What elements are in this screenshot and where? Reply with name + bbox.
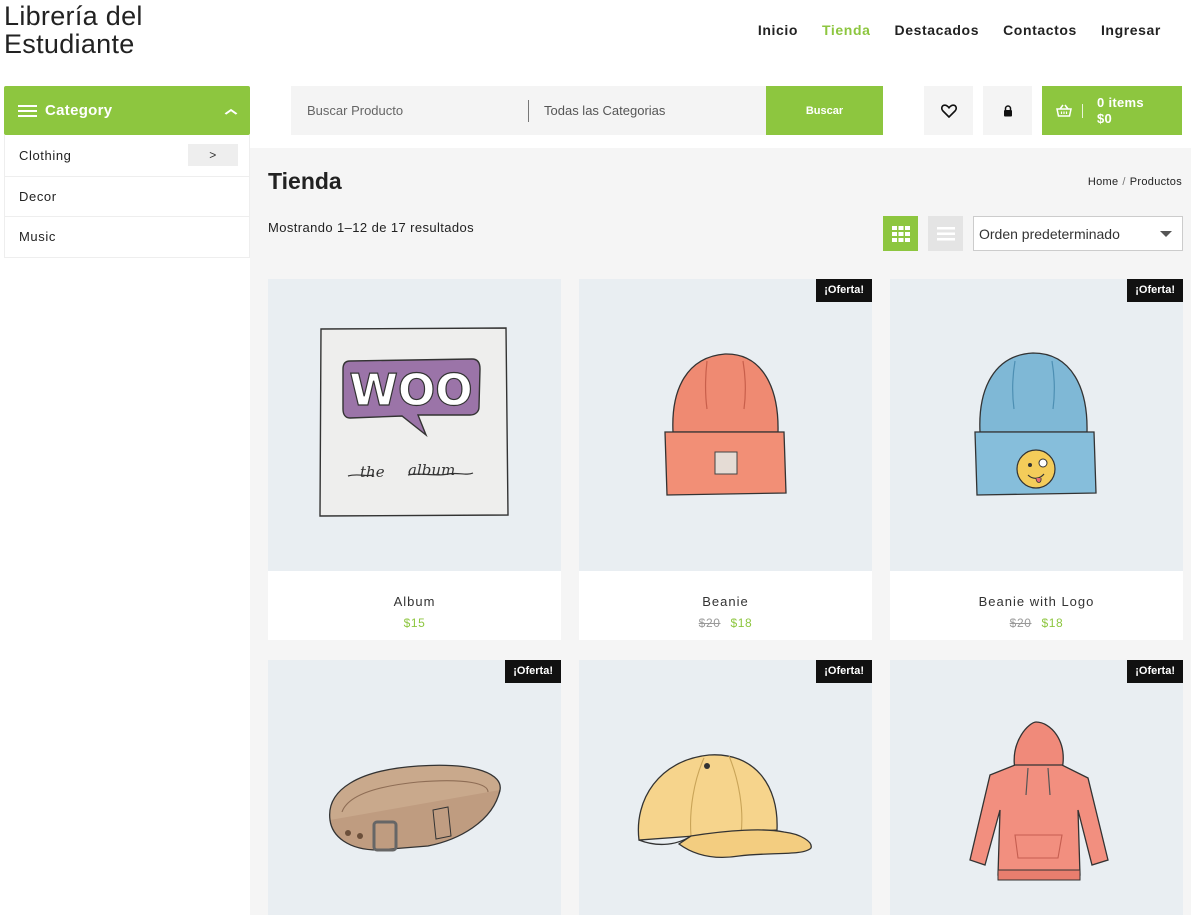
- result-count: Mostrando 1–12 de 17 resultados: [268, 220, 475, 235]
- heart-icon: [940, 103, 957, 118]
- category-item-label: Music: [19, 229, 56, 245]
- hoodie-image: [969, 721, 1109, 881]
- product-price: $20 $18: [579, 616, 872, 630]
- list-icon: [936, 226, 955, 240]
- product-name[interactable]: Album: [268, 594, 561, 609]
- search-input[interactable]: [291, 86, 528, 135]
- product-card[interactable]: ¡Oferta! Beanie with Logo $20 $18: [890, 279, 1183, 640]
- nav-destacados[interactable]: Destacados: [894, 22, 979, 38]
- old-price: $20: [698, 616, 721, 630]
- cart-total: $0: [1097, 110, 1113, 126]
- cap-image: [637, 754, 812, 859]
- breadcrumb: Home / Productos: [1088, 176, 1182, 188]
- category-item-clothing[interactable]: Clothing >: [5, 135, 249, 176]
- brand-line-1: Librería del: [4, 1, 143, 31]
- chevron-down-icon: [1160, 231, 1172, 237]
- grid-view-button[interactable]: [883, 216, 918, 251]
- product-info: Album $15: [268, 571, 561, 640]
- beanie-image: [664, 353, 787, 496]
- svg-text:album: album: [408, 461, 455, 479]
- cart-summary: 0 items $0: [1097, 95, 1144, 127]
- divider: [528, 99, 529, 122]
- site-logo[interactable]: Librería del Estudiante: [4, 2, 143, 58]
- product-image[interactable]: ¡Oferta!: [890, 660, 1183, 915]
- product-name[interactable]: Beanie with Logo: [890, 594, 1183, 609]
- breadcrumb-separator: /: [1122, 176, 1126, 188]
- breadcrumb-current: Productos: [1129, 176, 1182, 188]
- nav-ingresar[interactable]: Ingresar: [1101, 22, 1161, 38]
- sale-badge: ¡Oferta!: [1127, 279, 1183, 302]
- main-nav: Inicio Tienda Destacados Contactos Ingre…: [734, 22, 1161, 38]
- search-button[interactable]: Buscar: [766, 86, 883, 135]
- current-price: $18: [1041, 616, 1064, 630]
- lock-icon: [1003, 104, 1012, 116]
- album-cover-image: WOO the album: [319, 327, 509, 517]
- product-price: $15: [268, 616, 561, 630]
- category-select[interactable]: Todas las Categorias: [544, 103, 766, 118]
- grid-icon: [891, 225, 910, 242]
- old-price: $20: [1009, 616, 1032, 630]
- account-button[interactable]: [983, 86, 1032, 135]
- category-title: Category: [45, 102, 113, 119]
- belt-image: [329, 764, 501, 852]
- expand-arrow-button[interactable]: >: [188, 144, 238, 167]
- list-view-button[interactable]: [928, 216, 963, 251]
- chevron-up-icon: [224, 104, 238, 118]
- menu-icon: [18, 104, 37, 117]
- brand-line-2: Estudiante: [4, 29, 135, 59]
- sale-badge: ¡Oferta!: [505, 660, 561, 683]
- category-item-music[interactable]: Music: [5, 216, 249, 257]
- orderby-value: Orden predeterminado: [979, 225, 1120, 242]
- wishlist-button[interactable]: [924, 86, 973, 135]
- category-item-decor[interactable]: Decor: [5, 175, 249, 217]
- orderby-select[interactable]: Orden predeterminado: [973, 216, 1183, 251]
- divider: [1082, 103, 1083, 118]
- product-card[interactable]: ¡Oferta!: [890, 660, 1183, 915]
- nav-inicio[interactable]: Inicio: [758, 22, 798, 38]
- product-card[interactable]: WOO the album Album $15: [268, 279, 561, 640]
- product-image[interactable]: ¡Oferta!: [890, 279, 1183, 571]
- breadcrumb-home[interactable]: Home: [1088, 176, 1119, 188]
- basket-icon: [1056, 104, 1072, 117]
- product-card[interactable]: ¡Oferta!: [268, 660, 561, 915]
- current-price: $15: [403, 616, 426, 630]
- product-image[interactable]: ¡Oferta!: [579, 660, 872, 915]
- product-price: $20 $18: [890, 616, 1183, 630]
- product-info: Beanie with Logo $20 $18: [890, 571, 1183, 640]
- category-item-label: Clothing: [19, 147, 72, 163]
- sale-badge: ¡Oferta!: [1127, 660, 1183, 683]
- cart-button[interactable]: 0 items $0: [1042, 86, 1182, 135]
- product-image[interactable]: ¡Oferta!: [268, 660, 561, 915]
- search-bar: Todas las Categorias Buscar: [291, 86, 883, 135]
- nav-contactos[interactable]: Contactos: [1003, 22, 1077, 38]
- cart-items: 0 items: [1097, 94, 1144, 110]
- product-image[interactable]: WOO the album: [268, 279, 561, 571]
- svg-text:the: the: [360, 463, 385, 481]
- product-info: Beanie $20 $18: [579, 571, 872, 640]
- product-name[interactable]: Beanie: [579, 594, 872, 609]
- nav-tienda[interactable]: Tienda: [822, 22, 870, 38]
- category-list: Clothing > Decor Music: [4, 135, 250, 258]
- current-price: $18: [730, 616, 753, 630]
- svg-text:WOO: WOO: [349, 365, 472, 416]
- category-toggle[interactable]: Category: [4, 86, 250, 135]
- product-card[interactable]: ¡Oferta! Beanie $20 $18: [579, 279, 872, 640]
- page-title: Tienda: [268, 168, 342, 194]
- category-item-label: Decor: [19, 188, 57, 204]
- product-card[interactable]: ¡Oferta!: [579, 660, 872, 915]
- sale-badge: ¡Oferta!: [816, 279, 872, 302]
- product-image[interactable]: ¡Oferta!: [579, 279, 872, 571]
- beanie-logo-image: [974, 352, 1097, 496]
- sale-badge: ¡Oferta!: [816, 660, 872, 683]
